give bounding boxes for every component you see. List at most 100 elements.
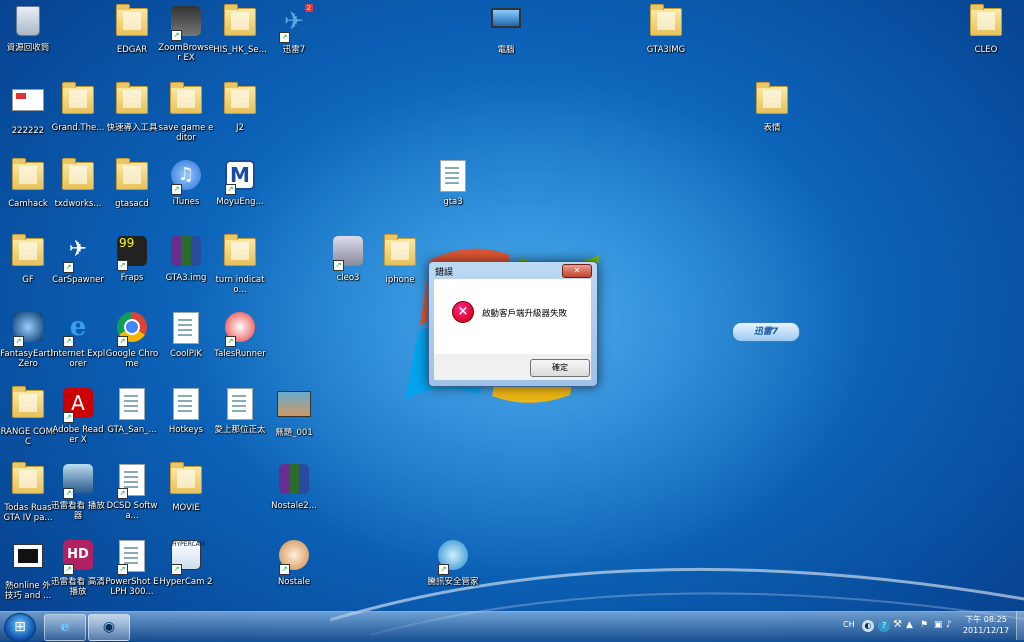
desktop-icon-movie[interactable]: MOVIE: [158, 462, 214, 513]
ime-icon[interactable]: ◐: [862, 620, 874, 632]
desktop-icon-fantasyearth[interactable]: ↗ FantasyEarth Zero: [0, 310, 56, 369]
hd-player-icon: HD ↗: [61, 540, 95, 575]
network-icon[interactable]: ▣: [934, 620, 943, 630]
desktop-icon-moyueng[interactable]: M ↗ MoyuEng...: [212, 158, 268, 207]
desktop-icon-powershot[interactable]: ↗ PowerShot ELPH 300...: [104, 538, 160, 597]
desktop-icon-gta3img[interactable]: GTA3.img: [158, 234, 214, 283]
action-center-icon[interactable]: ⚑: [920, 620, 928, 630]
desktop-icon-gta3img-folder[interactable]: GTA3IMG: [638, 4, 694, 55]
desktop-icon-j2[interactable]: J2: [212, 82, 268, 133]
folder-icon: [649, 4, 683, 42]
desktop-icon-nostale2[interactable]: Nostale2...: [266, 462, 322, 511]
taskbar-clock[interactable]: 下午 08:25 2011/12/17: [958, 614, 1014, 636]
installer-icon: ↗: [331, 236, 365, 271]
folder-icon: [223, 4, 257, 42]
fantasyearth-icon: ↗: [11, 312, 45, 347]
folder-icon: [115, 4, 149, 42]
desktop-icon-hotkeys[interactable]: Hotkeys: [158, 386, 214, 435]
taskbar-fantasyearth-button[interactable]: ◉: [88, 614, 130, 641]
desktop-icon-edgar[interactable]: EDGAR: [104, 4, 160, 55]
desktop-icon-hd-player[interactable]: HD ↗ 迅雷看看 高清播放: [50, 538, 106, 597]
show-hidden-icons[interactable]: ▲: [906, 620, 913, 630]
ok-button[interactable]: 確定: [530, 359, 590, 377]
desktop-icon-itunes[interactable]: ♫ ↗ iTunes: [158, 158, 214, 207]
desktop-icon-gtasacd[interactable]: gtasacd: [104, 158, 160, 209]
desktop-icon-mp3-song[interactable]: 愛上那位正太: [212, 386, 268, 435]
desktop-icon-iphone[interactable]: iphone: [372, 234, 428, 285]
desktop-icon-computer[interactable]: 電腦: [478, 4, 534, 55]
desktop-icon-dcsd[interactable]: ↗ DCSD Softwa...: [104, 462, 160, 521]
desktop-icon-biaoqing[interactable]: 表情: [744, 82, 800, 133]
error-dialog: 錯誤 ✕ × 啟動客戶端升級器失敗 確定: [428, 261, 598, 387]
desktop-icon-turn-indicator[interactable]: turn indicato...: [212, 234, 268, 295]
tool-icon[interactable]: ⚒: [893, 619, 902, 630]
image-file-icon: [277, 391, 311, 425]
desktop-icon-camhack[interactable]: Camhack: [0, 158, 56, 209]
desktop-icon-gta-san-mp3[interactable]: GTA_San_...: [104, 386, 160, 435]
language-indicator[interactable]: CH: [843, 620, 855, 629]
xunlei-icon: ✈ 2 ↗: [277, 4, 313, 43]
desktop-icon-ie[interactable]: e ↗ Internet Explorer: [50, 310, 106, 369]
folder-icon: [755, 82, 789, 120]
chrome-icon: ↗: [115, 312, 149, 347]
desktop-icon-talesrunner[interactable]: ↗ TalesRunner: [212, 310, 268, 359]
desktop-icon-fraps[interactable]: 99 ↗ Fraps: [104, 234, 160, 283]
desktop-icon-txdworks[interactable]: txdworks...: [50, 158, 106, 209]
desktop-icon-chrome[interactable]: ↗ Google Chrome: [104, 310, 160, 369]
folder-icon: [61, 82, 95, 120]
show-desktop-button[interactable]: [1016, 611, 1024, 640]
xunlei-float-widget[interactable]: 迅雷7: [732, 322, 800, 342]
pdf-icon: ↗: [115, 464, 149, 499]
mp3-icon: [115, 388, 149, 422]
mp3-icon: [223, 388, 257, 422]
error-icon: ×: [452, 301, 474, 323]
folder-icon: [115, 82, 149, 120]
desktop-icon-video[interactable]: 熱online 外 技巧 and ...: [0, 538, 56, 601]
dialog-body: × 啟動客戶端升級器失敗: [434, 279, 591, 354]
desktop-icon-quick-import[interactable]: 快速導入工具: [104, 82, 160, 133]
desktop-icon-nostale[interactable]: ↗ Nostale: [266, 538, 322, 587]
computer-icon: [489, 8, 523, 42]
start-button[interactable]: ⊞: [4, 613, 36, 642]
itunes-icon: ♫ ↗: [169, 160, 203, 195]
desktop-icon-xunlei-player[interactable]: ↗ 迅雷看看 播放器: [50, 462, 106, 521]
folder-icon: [61, 158, 95, 196]
folder-icon: [11, 462, 45, 500]
desktop-icon-recycle-bin[interactable]: 資源回收筒: [0, 4, 56, 53]
xunlei-float-label: 迅雷7: [753, 327, 779, 337]
desktop-icon-image-001[interactable]: 無題_001: [266, 386, 322, 438]
desktop-icon-todas-ruas[interactable]: Todas Ruas GTA IV pa...: [0, 462, 56, 523]
desktop-icon-222222[interactable]: 222222: [0, 82, 56, 136]
dialog-close-button[interactable]: ✕: [562, 264, 592, 278]
desktop-icon-range-comic[interactable]: RANGE COMIC: [0, 386, 56, 447]
zoombrowser-icon: ↗: [169, 6, 203, 41]
volume-icon[interactable]: ♪: [946, 620, 952, 630]
folder-icon: [11, 158, 45, 196]
carspawner-icon: ✈ ↗: [61, 238, 95, 273]
folder-icon: [169, 462, 203, 500]
taskbar-ie-button[interactable]: e: [44, 614, 86, 641]
desktop-icon-save-game-editor[interactable]: save game editor: [158, 82, 214, 143]
desktop-icon-hypercam[interactable]: HYPERCAM ↗ HyperCam 2: [158, 538, 214, 587]
winrar-icon: [277, 464, 311, 498]
hypercam-icon: HYPERCAM ↗: [171, 540, 205, 575]
desktop-icon-gf[interactable]: GF: [0, 234, 56, 285]
desktop-icon-his-hk[interactable]: HIS_HK_Se...: [212, 4, 268, 55]
help-icon[interactable]: ?: [878, 620, 890, 632]
desktop-icon-xunlei7[interactable]: ✈ 2 ↗ 迅雷7: [266, 4, 322, 55]
desktop-icon-cleo[interactable]: CLEO: [958, 4, 1014, 55]
desktop-icon-gta3[interactable]: gta3: [425, 158, 481, 207]
desktop-icon-carspawner[interactable]: ✈ ↗ CarSpawner: [50, 234, 106, 286]
dialog-message: 啟動客戶端升級器失敗: [482, 309, 568, 319]
desktop-icon-adobe-reader[interactable]: A ↗ Adobe Reader X: [50, 386, 106, 445]
desktop-icon-grand-the[interactable]: Grand.The...: [50, 82, 106, 133]
desktop-icon-tencent-security[interactable]: ↗ 騰訊安全管家: [425, 538, 481, 587]
folder-icon: [223, 234, 257, 272]
desktop-icon-zoombrowser[interactable]: ↗ ZoomBrowser EX: [158, 4, 214, 63]
desktop-icon-coolpik[interactable]: CoolPIK: [158, 310, 214, 359]
desktop-icon-cleo3[interactable]: ↗ cleo3: [320, 234, 376, 283]
nostale-icon: ↗: [277, 540, 311, 575]
tencent-security-icon: ↗: [436, 540, 470, 575]
windows-icon: ⊞: [14, 619, 26, 635]
clock-time: 下午 08:25: [965, 615, 1007, 624]
